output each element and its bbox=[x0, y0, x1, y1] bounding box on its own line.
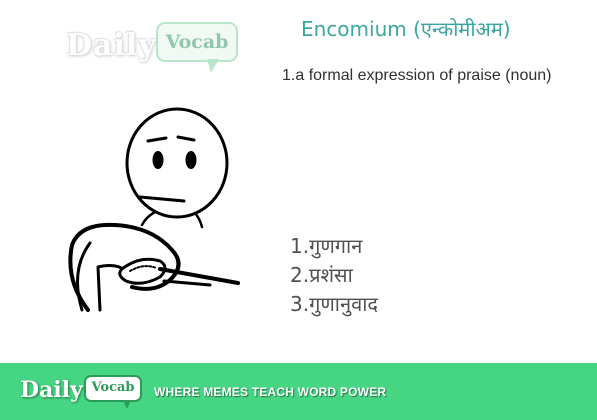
footer-banner: Daily Vocab WHERE MEMES TEACH WORD POWER bbox=[0, 363, 597, 420]
meaning-item: 3.गुणानुवाद bbox=[290, 292, 379, 316]
banner-speech-bubble: Vocab bbox=[84, 375, 142, 402]
banner-bubble-tail bbox=[123, 400, 131, 409]
banner-daily-text: Daily bbox=[20, 377, 83, 403]
meme-eye-right bbox=[185, 151, 197, 169]
banner-vocab-text: Vocab bbox=[91, 380, 135, 395]
meme-neck bbox=[140, 210, 157, 227]
meme-bowl bbox=[118, 257, 167, 285]
banner-tagline: WHERE MEMES TEACH WORD POWER bbox=[154, 385, 387, 399]
meaning-item: 2.प्रशंसा bbox=[290, 263, 353, 287]
meaning-item: 1.गुणगान bbox=[290, 234, 363, 258]
logo-speech-bubble: Vocab bbox=[156, 22, 238, 62]
meme-eye-left bbox=[152, 151, 164, 169]
meme-illustration bbox=[68, 107, 240, 312]
meanings-list: 1.गुणगान 2.प्रशंसा 3.गुणानुवाद bbox=[290, 232, 378, 319]
logo-daily-text: Daily bbox=[66, 28, 157, 63]
daily-vocab-logo-top: Daily Vocab bbox=[66, 22, 246, 82]
logo-vocab-text: Vocab bbox=[165, 31, 229, 53]
word-definition: 1.a formal expression of praise (noun) bbox=[282, 67, 552, 84]
word-title: Encomium (एन्कोमीअम) bbox=[301, 17, 511, 41]
logo-bubble-tail bbox=[204, 59, 220, 73]
